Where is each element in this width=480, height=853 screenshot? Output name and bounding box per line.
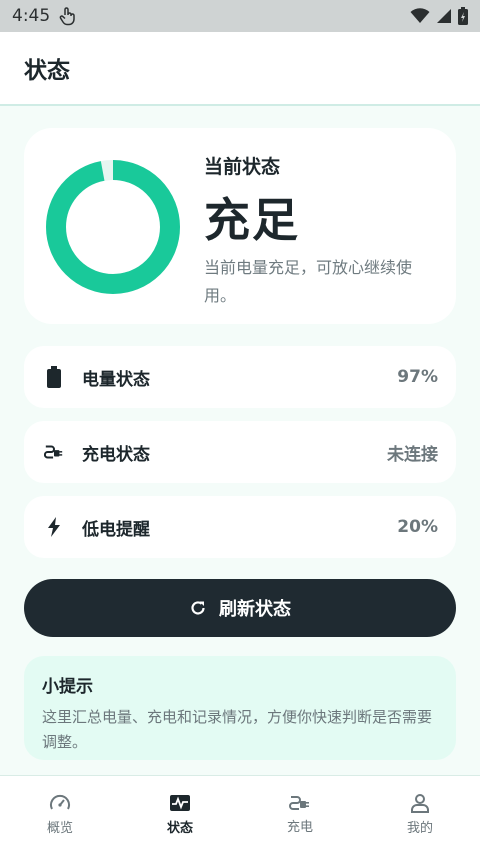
status-hero-card: 当前状态 充足 当前电量充足，可放心继续使用。 <box>24 128 456 324</box>
pulse-icon <box>170 795 190 811</box>
bottom-navigation: 概览 状态 充电 我的 <box>0 775 480 853</box>
gauge-icon <box>50 794 70 810</box>
battery-icon <box>44 366 64 388</box>
status-bar: 4:45 <box>0 0 480 32</box>
person-icon <box>411 794 429 813</box>
nav-item-profile[interactable]: 我的 <box>360 776 480 853</box>
nav-label-profile: 我的 <box>406 821 433 836</box>
battery-level-row[interactable]: 电量状态 97% <box>24 346 456 408</box>
tip-card: 小提示 这里汇总电量、充电和记录情况，方便你快速判断是否需要调整。 <box>24 656 456 760</box>
charging-status-label: 充电状态 <box>82 444 150 465</box>
nav-item-status[interactable]: 状态 <box>120 776 240 853</box>
current-status-description: 当前电量充足，可放心继续使用。 <box>204 258 413 305</box>
wifi-icon <box>410 8 430 23</box>
nav-item-charging[interactable]: 充电 <box>240 776 360 853</box>
status-time: 4:45 <box>12 6 51 26</box>
plug-icon <box>289 796 309 810</box>
battery-level-label: 电量状态 <box>82 369 150 390</box>
current-status-value: 充足 <box>204 193 300 247</box>
nav-item-overview[interactable]: 概览 <box>0 776 120 853</box>
plug-icon <box>44 441 64 463</box>
charging-status-value: 未连接 <box>387 444 438 465</box>
tip-text: 这里汇总电量、充电和记录情况，方便你快速判断是否需要调整。 <box>42 708 433 751</box>
battery-status-icon <box>458 7 468 25</box>
battery-ring-arc <box>46 160 180 294</box>
battery-ring-chart <box>46 160 180 294</box>
page-title: 状态 <box>24 58 70 84</box>
current-status-label: 当前状态 <box>204 156 281 178</box>
nav-label-overview: 概览 <box>46 821 73 836</box>
app-bar: 状态 <box>0 32 480 106</box>
low-battery-alert-value: 20% <box>397 517 438 537</box>
refresh-status-label: 刷新状态 <box>219 599 291 620</box>
refresh-status-button[interactable]: 刷新状态 <box>24 579 456 637</box>
battery-level-value: 97% <box>397 367 438 387</box>
touch-icon <box>59 7 75 26</box>
bolt-icon <box>44 516 64 538</box>
low-battery-alert-row[interactable]: 低电提醒 20% <box>24 496 456 558</box>
signal-icon <box>437 9 451 23</box>
nav-label-charging: 充电 <box>286 820 313 835</box>
charging-status-row[interactable]: 充电状态 未连接 <box>24 421 456 483</box>
tip-title: 小提示 <box>42 677 93 697</box>
main-content: 当前状态 充足 当前电量充足，可放心继续使用。 电量状态 97% 充电状态 未连… <box>0 106 480 775</box>
low-battery-alert-label: 低电提醒 <box>82 519 150 540</box>
nav-label-status: 状态 <box>166 821 193 836</box>
refresh-icon <box>191 601 205 615</box>
